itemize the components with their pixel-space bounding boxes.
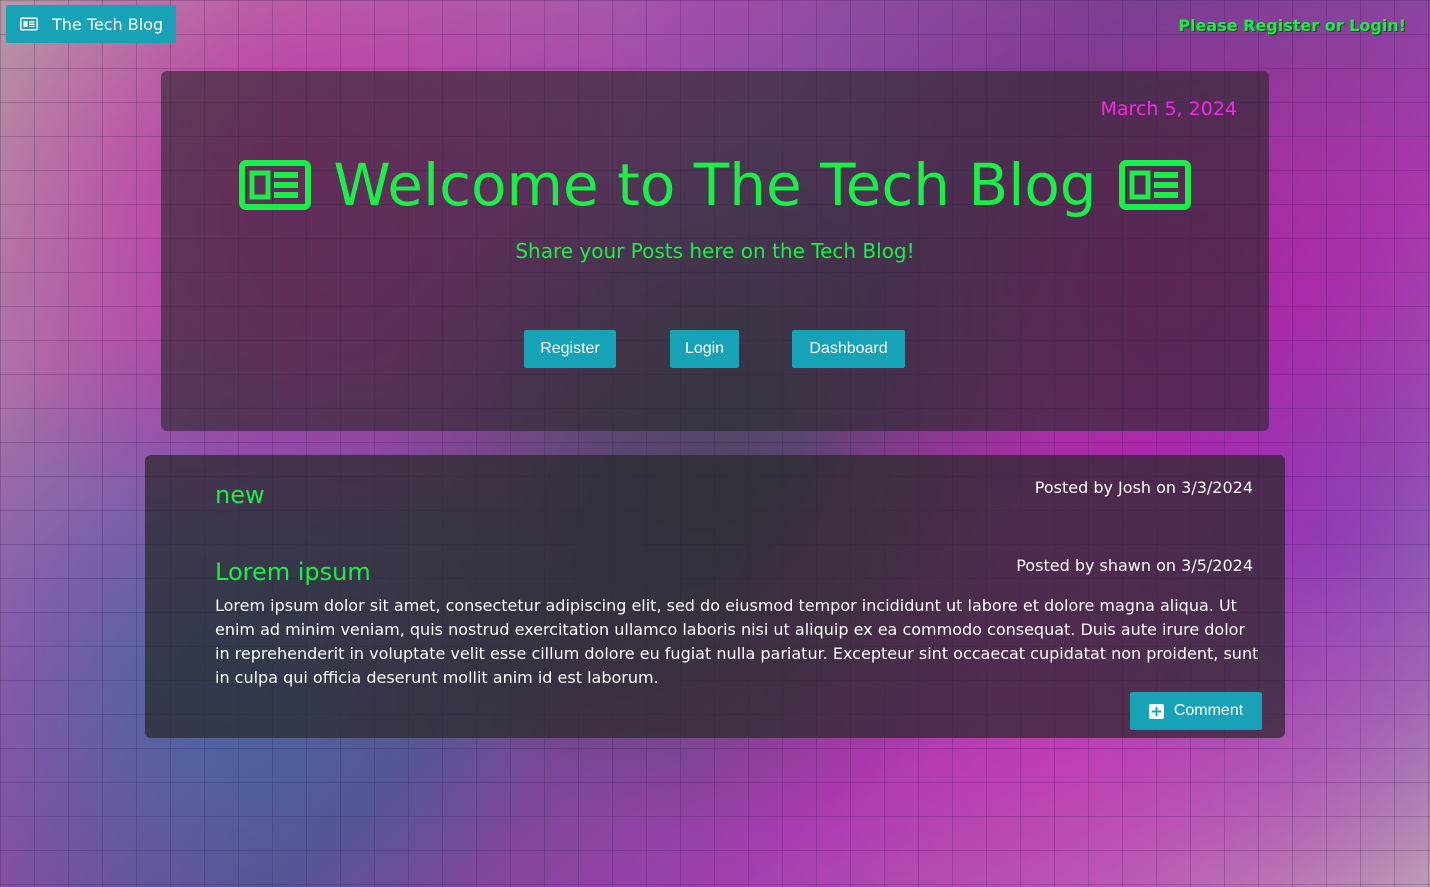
post-body: Lorem ipsum dolor sit amet, consectetur … bbox=[215, 596, 1259, 687]
page-title-text: Welcome to The Tech Blog bbox=[333, 151, 1097, 219]
login-prompt: Please Register or Login! bbox=[1178, 16, 1406, 35]
page-subtitle: Share your Posts here on the Tech Blog! bbox=[515, 239, 915, 263]
newspaper-icon bbox=[20, 17, 38, 31]
comment-button-label: Comment bbox=[1173, 702, 1244, 719]
newspaper-icon bbox=[1118, 160, 1191, 210]
post-meta: Posted by Josh on 3/3/2024 bbox=[1034, 478, 1253, 497]
post-meta: Posted by shawn on 3/5/2024 bbox=[1016, 556, 1253, 575]
page-title: Welcome to The Tech Blog bbox=[161, 149, 1269, 221]
brand-link[interactable]: The Tech Blog bbox=[6, 5, 176, 43]
register-button[interactable]: Register bbox=[524, 330, 616, 368]
login-button[interactable]: Login bbox=[670, 330, 739, 368]
post-title[interactable]: new bbox=[215, 481, 265, 509]
plus-square-icon bbox=[1148, 703, 1164, 719]
current-date: March 5, 2024 bbox=[1100, 98, 1237, 120]
comment-button[interactable]: Comment bbox=[1130, 692, 1262, 730]
post-title[interactable]: Lorem ipsum bbox=[215, 558, 371, 586]
dashboard-button[interactable]: Dashboard bbox=[792, 330, 905, 368]
posts-panel: new Posted by Josh on 3/3/2024 Lorem ips… bbox=[145, 455, 1285, 738]
brand-label: The Tech Blog bbox=[52, 14, 164, 34]
newspaper-icon bbox=[239, 160, 312, 210]
hero-panel: March 5, 2024 Welcome to The Tech Blog S… bbox=[161, 71, 1269, 431]
